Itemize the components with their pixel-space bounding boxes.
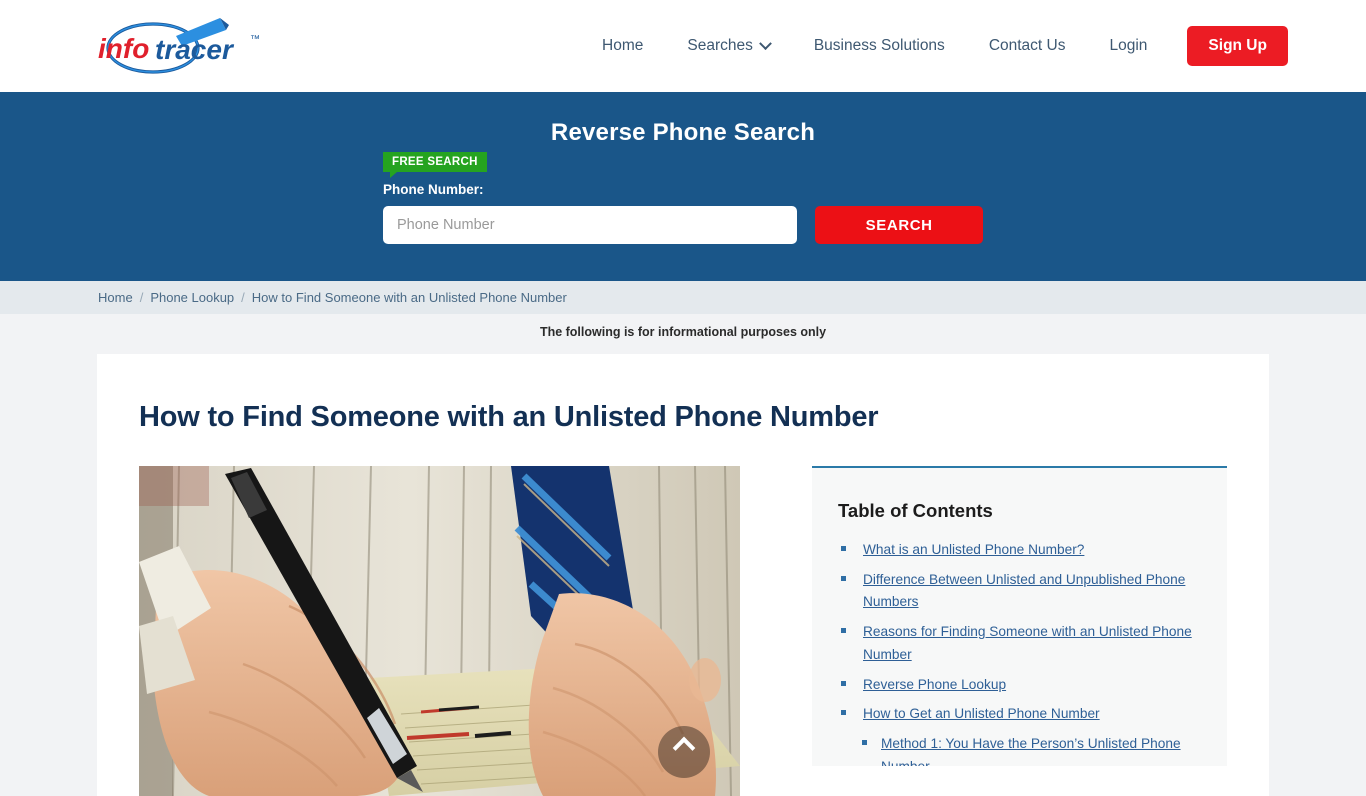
nav-business-solutions[interactable]: Business Solutions	[792, 37, 967, 55]
list-item: Reasons for Finding Someone with an Unli…	[838, 621, 1203, 666]
free-search-badge: FREE SEARCH	[383, 152, 487, 178]
hero-title: Reverse Phone Search	[550, 119, 816, 146]
phone-number-input[interactable]	[383, 206, 798, 244]
breadcrumb-home[interactable]: Home	[98, 290, 133, 305]
toc-link[interactable]: Difference Between Unlisted and Unpublis…	[863, 572, 1185, 610]
search-form: FREE SEARCH Phone Number: SEARCH	[383, 152, 983, 244]
breadcrumb-current: How to Find Someone with an Unlisted Pho…	[251, 290, 567, 305]
toc-link[interactable]: Reverse Phone Lookup	[863, 677, 1006, 692]
sign-up-button[interactable]: Sign Up	[1187, 26, 1288, 66]
list-item: What is an Unlisted Phone Number?	[838, 539, 1203, 562]
article-hero-image	[139, 466, 740, 796]
nav-searches[interactable]: Searches	[665, 36, 791, 55]
breadcrumb-phone-lookup[interactable]: Phone Lookup	[150, 290, 234, 305]
svg-text:tracer: tracer	[155, 34, 235, 65]
hero-search-section: Reverse Phone Search FREE SEARCH Phone N…	[0, 92, 1366, 281]
toc-link[interactable]: Method 1: You Have the Person’s Unlisted…	[881, 736, 1181, 766]
breadcrumb-separator: /	[241, 290, 245, 305]
chevron-up-icon	[672, 736, 696, 760]
breadcrumb-separator: /	[139, 290, 144, 305]
search-button[interactable]: SEARCH	[815, 206, 983, 244]
list-item: Method 1: You Have the Person’s Unlisted…	[838, 733, 1203, 766]
nav-login-label: Login	[1109, 37, 1148, 54]
nav-home[interactable]: Home	[580, 37, 665, 55]
list-item: Reverse Phone Lookup	[838, 674, 1203, 697]
nav-business-solutions-label: Business Solutions	[813, 37, 945, 54]
page-title: How to Find Someone with an Unlisted Pho…	[139, 401, 879, 433]
toc-link[interactable]: Reasons for Finding Someone with an Unli…	[863, 624, 1192, 662]
article-image-illustration	[139, 466, 740, 796]
list-item: How to Get an Unlisted Phone Number	[838, 703, 1203, 726]
svg-text:™: ™	[250, 34, 260, 45]
nav-home-label: Home	[602, 37, 644, 54]
phone-number-label: Phone Number:	[383, 182, 484, 197]
toc-link[interactable]: What is an Unlisted Phone Number?	[863, 542, 1084, 557]
nav-login[interactable]: Login	[1087, 37, 1169, 55]
infotracer-logo[interactable]: info tracer ™	[92, 12, 272, 78]
disclaimer-text: The following is for informational purpo…	[539, 325, 827, 339]
table-of-contents: Table of Contents What is an Unlisted Ph…	[812, 466, 1227, 766]
toc-list: What is an Unlisted Phone Number? Differ…	[838, 539, 1203, 766]
toc-link[interactable]: How to Get an Unlisted Phone Number	[863, 706, 1100, 721]
chevron-down-icon	[758, 36, 772, 50]
toc-title: Table of Contents	[838, 500, 993, 521]
nav-searches-label: Searches	[687, 37, 753, 54]
logo-icon: info tracer ™	[98, 18, 260, 74]
breadcrumb: Home / Phone Lookup / How to Find Someon…	[0, 281, 1366, 314]
nav-contact-us-label: Contact Us	[988, 37, 1066, 54]
scroll-to-top-button[interactable]	[658, 726, 710, 778]
nav-contact-us[interactable]: Contact Us	[967, 37, 1088, 55]
main-navigation: Home Searches Business Solutions Contact…	[580, 0, 1288, 92]
list-item: Difference Between Unlisted and Unpublis…	[838, 569, 1203, 614]
svg-text:info: info	[98, 33, 149, 64]
site-header: info tracer ™ Home Searches Business Sol…	[0, 0, 1366, 92]
